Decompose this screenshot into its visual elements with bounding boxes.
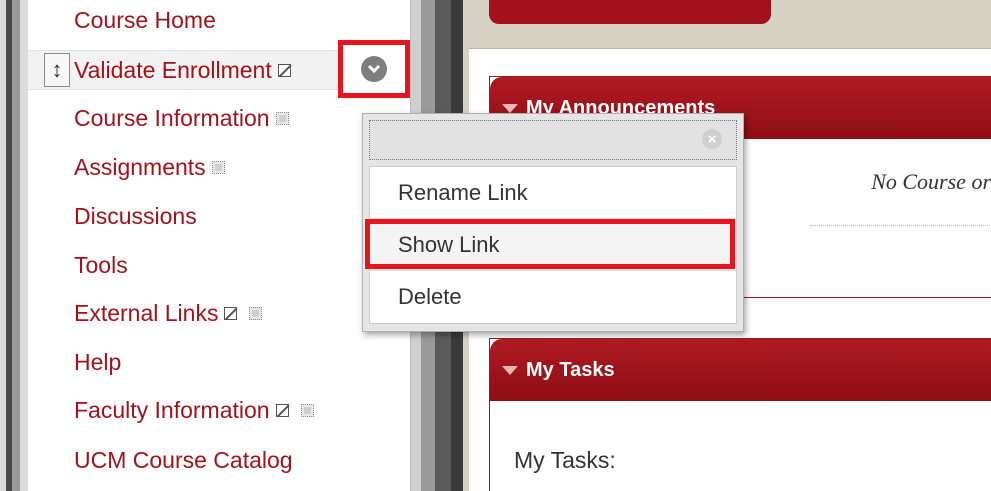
module-title: My Tasks: [526, 358, 615, 381]
menu-option-label: Delete: [398, 284, 462, 309]
unavailable-icon: [211, 160, 225, 174]
menu-item-tools[interactable]: Tools: [28, 245, 408, 285]
unavailable-icon: [249, 306, 263, 320]
menu-item-course-information[interactable]: Course Information: [28, 98, 408, 138]
context-menu-header: ×: [369, 120, 737, 160]
hidden-icon: [277, 63, 291, 77]
tasks-header[interactable]: My Tasks: [490, 339, 991, 401]
divider-line: [810, 225, 991, 226]
menu-item-label: Assignments: [74, 153, 206, 180]
tasks-module: My Tasks My Tasks:: [489, 338, 991, 491]
menu-item-help[interactable]: Help: [28, 342, 408, 382]
collapse-triangle-icon[interactable]: [502, 103, 518, 113]
unavailable-icon: [275, 111, 289, 125]
delete-item[interactable]: Delete: [370, 271, 736, 323]
announcements-empty-text: No Course or: [871, 169, 991, 194]
chevron-down-icon: [361, 56, 387, 82]
tasks-text: My Tasks:: [514, 447, 616, 473]
menu-item-label: External Links: [74, 299, 219, 326]
menu-item-discussions[interactable]: Discussions: [28, 196, 408, 236]
menu-item-faculty-information[interactable]: Faculty Information: [28, 390, 408, 430]
window-edge: [0, 0, 28, 491]
rename-link-item[interactable]: Rename Link: [370, 167, 736, 219]
item-options-button[interactable]: [338, 40, 410, 98]
close-icon[interactable]: ×: [702, 129, 722, 149]
menu-item-label: Help: [74, 348, 122, 375]
menu-item-label: Validate Enrollment: [74, 56, 272, 83]
menu-item-label: Course Information: [74, 104, 270, 131]
content-tab: [489, 0, 771, 24]
hidden-icon: [275, 403, 289, 417]
menu-item-label: Discussions: [74, 202, 197, 229]
menu-item-external-links[interactable]: External Links: [28, 293, 408, 333]
menu-item-label: Faculty Information: [74, 396, 270, 423]
menu-item-ucm-course-catalog[interactable]: UCM Course Catalog: [28, 440, 408, 480]
unavailable-icon: [300, 403, 314, 417]
show-link-highlight: [365, 219, 735, 269]
menu-item-label: Course Home: [74, 6, 216, 33]
drag-handle-icon[interactable]: ↕: [44, 53, 70, 87]
menu-item-course-home[interactable]: Course Home: [28, 0, 408, 40]
menu-item-label: Tools: [74, 251, 128, 278]
menu-item-label: UCM Course Catalog: [74, 446, 293, 473]
collapse-triangle-icon[interactable]: [502, 365, 518, 375]
hidden-icon: [224, 306, 238, 320]
menu-option-label: Rename Link: [398, 179, 528, 205]
menu-item-assignments[interactable]: Assignments: [28, 147, 408, 187]
